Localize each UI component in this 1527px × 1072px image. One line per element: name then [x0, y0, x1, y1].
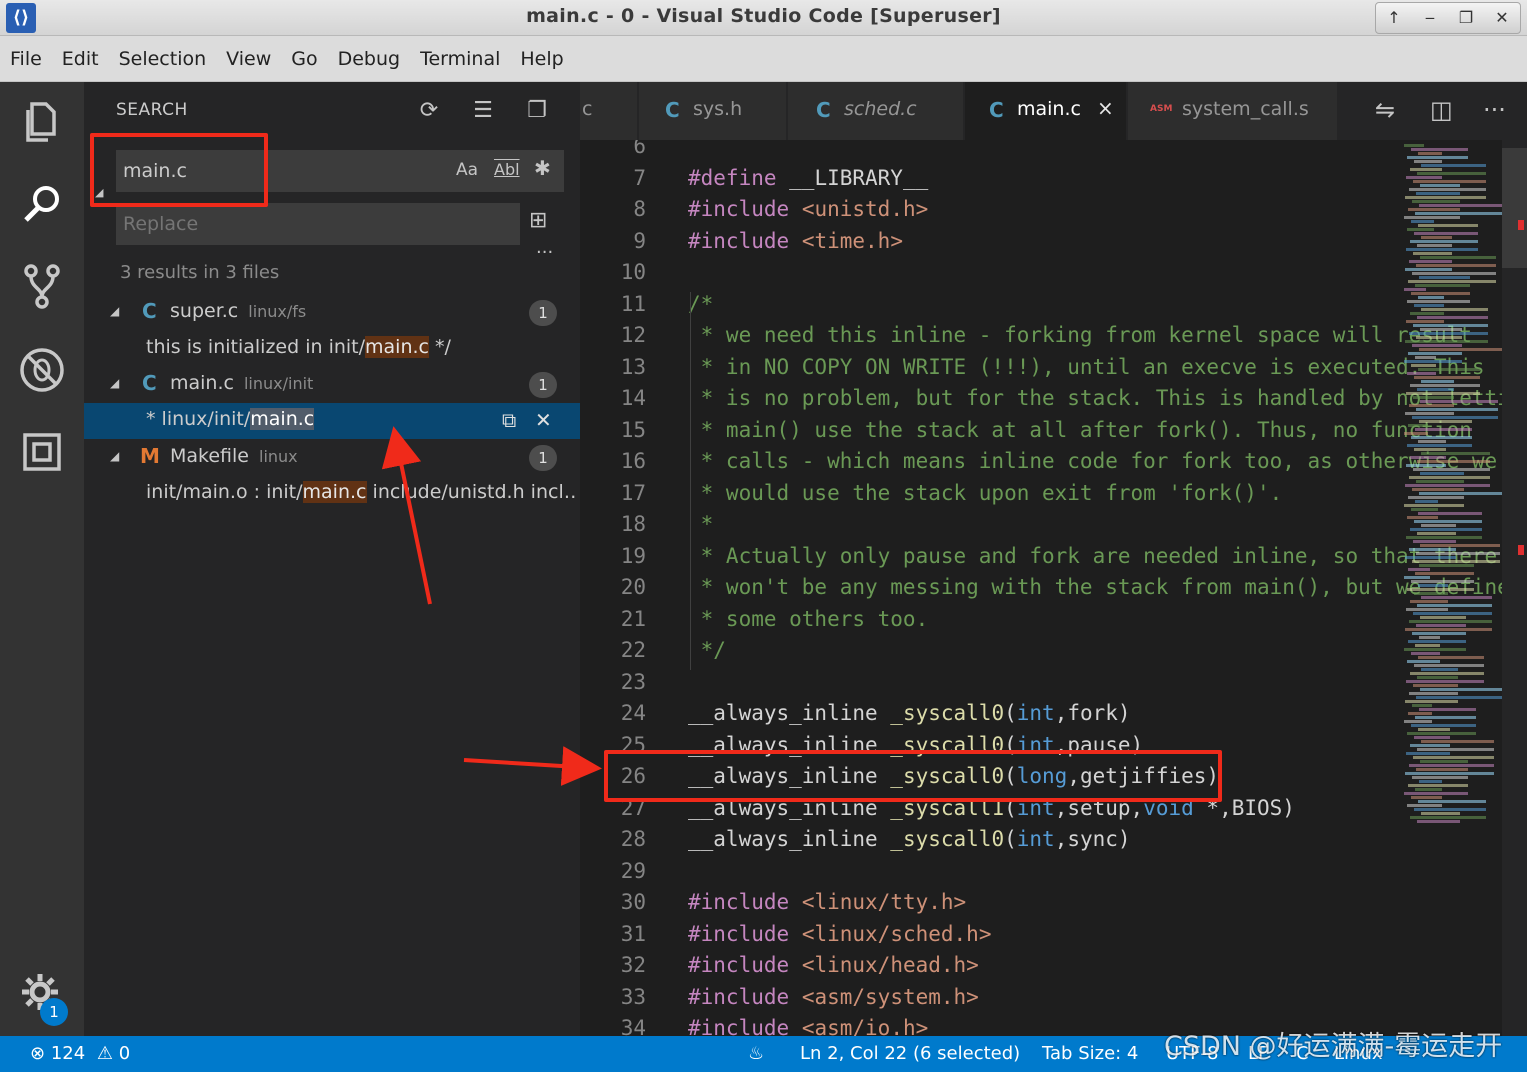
problems-indicator[interactable]: ⊗ 124 ⚠ 0: [30, 1043, 130, 1064]
cursor-position[interactable]: Ln 2, Col 22 (6 selected): [800, 1043, 1020, 1064]
warning-count: 0: [118, 1043, 131, 1064]
error-count: 124: [50, 1043, 86, 1064]
warning-icon: ⚠: [96, 1043, 114, 1064]
flame-icon[interactable]: ♨: [748, 1043, 764, 1064]
error-icon: ⊗: [30, 1043, 46, 1064]
arrow-to-result: [381, 426, 432, 605]
tab-size[interactable]: Tab Size: 4: [1042, 1043, 1138, 1064]
csdn-watermark: CSDN @好运满满-霉运走开: [1164, 1031, 1503, 1062]
arrow-to-line-26: [463, 746, 602, 786]
annotation-arrows: [381, 426, 602, 786]
